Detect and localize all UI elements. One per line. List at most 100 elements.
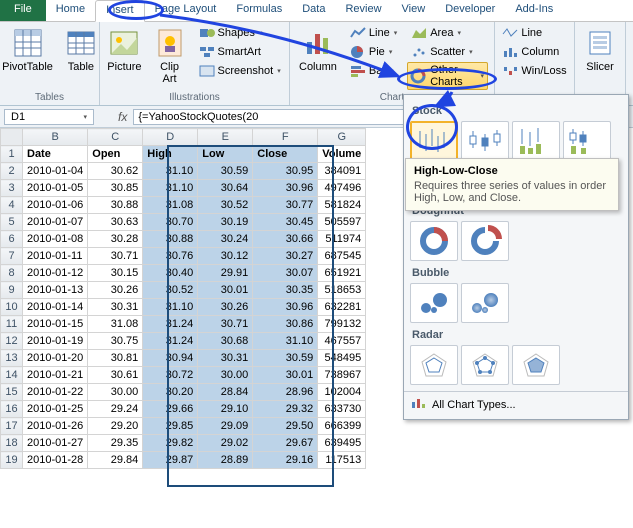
cell[interactable]: 30.45 (253, 214, 318, 231)
fx-icon[interactable]: fx (118, 110, 127, 124)
name-box[interactable]: D1▾ (4, 109, 94, 125)
row-header[interactable]: 12 (1, 333, 23, 350)
tab-addins[interactable]: Add-Ins (505, 0, 563, 21)
row-header[interactable]: 10 (1, 299, 23, 316)
cell[interactable]: 632281 (318, 299, 366, 316)
cell[interactable]: 497496 (318, 180, 366, 197)
tab-formulas[interactable]: Formulas (226, 0, 292, 21)
cell[interactable]: 2010-01-11 (23, 248, 88, 265)
cell[interactable]: 467557 (318, 333, 366, 350)
sparkline-line-button[interactable]: Line (498, 24, 570, 42)
cell[interactable]: 31.10 (143, 163, 198, 180)
table-row[interactable]: 162010-01-2529.2429.6629.1029.32633730 (1, 401, 366, 418)
doughnut-exploded-thumb[interactable] (461, 221, 509, 261)
stock-vohlc-thumb[interactable] (563, 121, 611, 161)
row-header[interactable]: 1 (1, 146, 23, 163)
cell[interactable]: 30.26 (198, 299, 253, 316)
col-header-G[interactable]: G (318, 129, 366, 146)
cell[interactable]: 30.31 (88, 299, 143, 316)
cell[interactable]: 29.09 (198, 418, 253, 435)
cell[interactable]: 799132 (318, 316, 366, 333)
cell[interactable]: 738967 (318, 367, 366, 384)
cell[interactable]: 30.19 (198, 214, 253, 231)
cell[interactable]: 666399 (318, 418, 366, 435)
cell[interactable]: 30.96 (253, 299, 318, 316)
cell[interactable]: 30.00 (198, 367, 253, 384)
chart-line-button[interactable]: Line▾ (346, 24, 401, 42)
cell[interactable]: 639495 (318, 435, 366, 452)
tab-developer[interactable]: Developer (435, 0, 505, 21)
cell[interactable]: 29.02 (198, 435, 253, 452)
row-header[interactable]: 18 (1, 435, 23, 452)
cell[interactable]: 31.24 (143, 333, 198, 350)
table-row[interactable]: 142010-01-2130.6130.7230.0030.01738967 (1, 367, 366, 384)
table-row[interactable]: 172010-01-2629.2029.8529.0929.50666399 (1, 418, 366, 435)
cell[interactable]: 2010-01-28 (23, 452, 88, 469)
radar-filled-thumb[interactable] (512, 345, 560, 385)
cell[interactable]: 2010-01-19 (23, 333, 88, 350)
cell[interactable]: 29.85 (143, 418, 198, 435)
cell[interactable]: 30.52 (143, 282, 198, 299)
col-header-C[interactable]: C (88, 129, 143, 146)
cell[interactable]: 30.71 (198, 316, 253, 333)
row-header[interactable]: 17 (1, 418, 23, 435)
cell[interactable]: 30.00 (88, 384, 143, 401)
table-row[interactable]: 72010-01-1130.7130.7630.1230.27687545 (1, 248, 366, 265)
cell[interactable]: 2010-01-25 (23, 401, 88, 418)
cell[interactable]: 29.10 (198, 401, 253, 418)
cell[interactable]: 2010-01-07 (23, 214, 88, 231)
cell[interactable]: 31.08 (143, 197, 198, 214)
cell[interactable]: 30.61 (88, 367, 143, 384)
chart-scatter-button[interactable]: Scatter▾ (407, 43, 488, 61)
stock-ohlc-thumb[interactable] (461, 121, 509, 161)
cell[interactable]: Date (23, 146, 88, 163)
cell[interactable]: 29.82 (143, 435, 198, 452)
cell[interactable]: 2010-01-15 (23, 316, 88, 333)
cell[interactable]: 117513 (318, 452, 366, 469)
chart-area-button[interactable]: Area▾ (407, 24, 488, 42)
row-header[interactable]: 19 (1, 452, 23, 469)
table-row[interactable]: 92010-01-1330.2630.5230.0130.35518653 (1, 282, 366, 299)
tab-pagelayout[interactable]: Page Layout (145, 0, 227, 21)
cell[interactable]: Open (88, 146, 143, 163)
sparkline-column-button[interactable]: Column (498, 43, 570, 61)
row-header[interactable]: 11 (1, 316, 23, 333)
table-row[interactable]: 102010-01-1430.3131.1030.2630.96632281 (1, 299, 366, 316)
cell[interactable]: 29.84 (88, 452, 143, 469)
table-row[interactable]: 22010-01-0430.6231.1030.5930.95384091 (1, 163, 366, 180)
col-header-B[interactable]: B (23, 129, 88, 146)
cell[interactable]: 30.76 (143, 248, 198, 265)
picture-button[interactable]: Picture (104, 24, 144, 76)
cell[interactable]: Volume (318, 146, 366, 163)
cell[interactable]: 30.88 (88, 197, 143, 214)
table-row[interactable]: 122010-01-1930.7531.2430.6831.10467557 (1, 333, 366, 350)
cell[interactable]: 28.96 (253, 384, 318, 401)
col-header-F[interactable]: F (253, 129, 318, 146)
pivot-table-button[interactable]: PivotTable (0, 24, 56, 76)
cell[interactable]: 30.68 (198, 333, 253, 350)
clipart-button[interactable]: Clip Art (151, 24, 189, 88)
cell[interactable]: 29.24 (88, 401, 143, 418)
cell[interactable]: 31.10 (143, 299, 198, 316)
sparkline-winloss-button[interactable]: Win/Loss (498, 62, 570, 80)
cell[interactable]: 30.35 (253, 282, 318, 299)
table-row[interactable]: 132010-01-2030.8130.9430.3130.59548495 (1, 350, 366, 367)
cell[interactable]: 2010-01-20 (23, 350, 88, 367)
cell[interactable]: 30.77 (253, 197, 318, 214)
cell[interactable]: High (143, 146, 198, 163)
radar-markers-thumb[interactable] (461, 345, 509, 385)
table-row[interactable]: 82010-01-1230.1530.4029.9130.07651921 (1, 265, 366, 282)
cell[interactable]: 29.87 (143, 452, 198, 469)
cell[interactable]: 2010-01-12 (23, 265, 88, 282)
tab-data[interactable]: Data (292, 0, 335, 21)
cell[interactable]: 548495 (318, 350, 366, 367)
table-row[interactable]: 1DateOpenHighLowCloseVolume (1, 146, 366, 163)
cell[interactable]: 30.27 (253, 248, 318, 265)
cell[interactable]: 102004 (318, 384, 366, 401)
cell[interactable]: 2010-01-08 (23, 231, 88, 248)
cell[interactable]: 2010-01-22 (23, 384, 88, 401)
cell[interactable]: 2010-01-27 (23, 435, 88, 452)
doughnut-thumb[interactable] (410, 221, 458, 261)
cell[interactable]: 2010-01-04 (23, 163, 88, 180)
cell[interactable]: 30.88 (143, 231, 198, 248)
